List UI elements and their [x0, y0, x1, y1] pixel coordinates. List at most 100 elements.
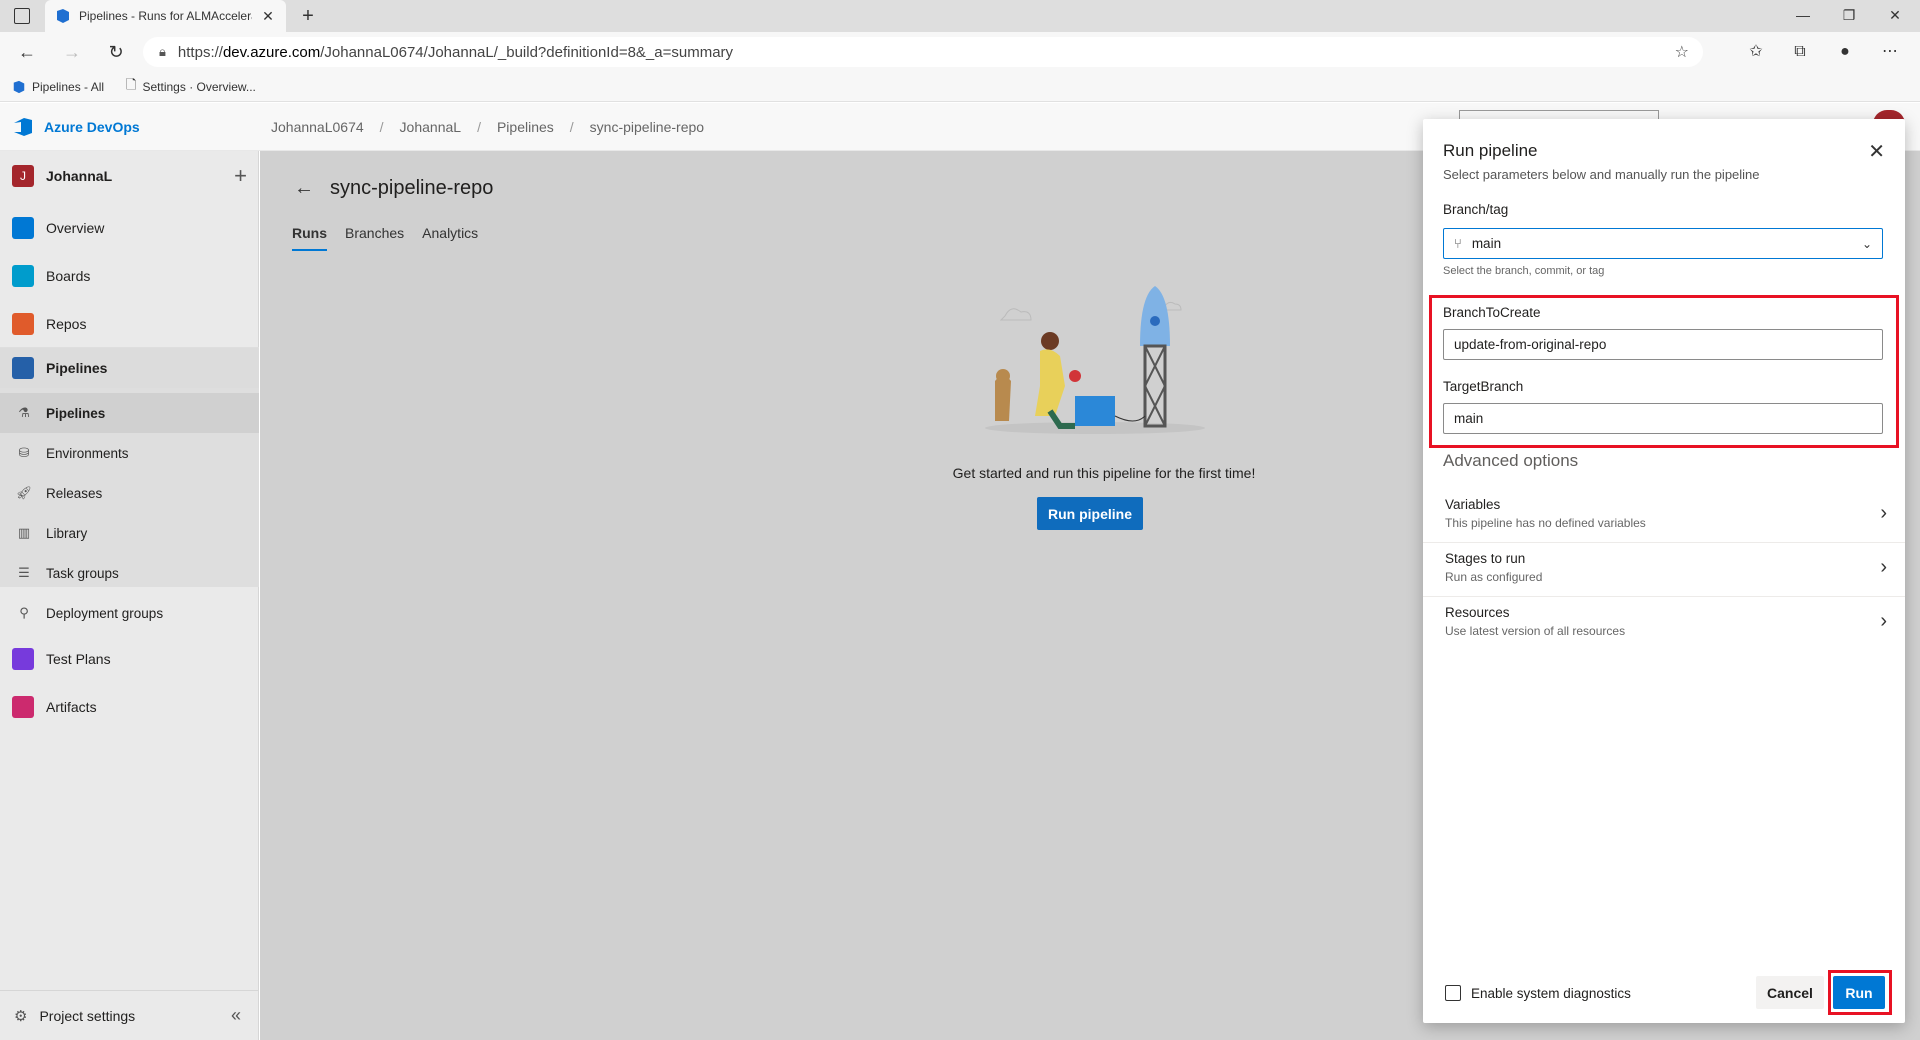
tab-actions-icon[interactable] [14, 8, 30, 24]
add-icon[interactable]: + [234, 163, 247, 189]
sidebar-subitem-library[interactable]: ▥ Library [0, 513, 259, 553]
breadcrumb-org[interactable]: JohannaL0674 [271, 119, 364, 135]
azure-devops-logo-icon [14, 118, 32, 136]
favorite-pipelines[interactable]: Pipelines - All [12, 80, 104, 94]
empty-state-message: Get started and run this pipeline for th… [952, 465, 1256, 481]
tab-runs[interactable]: Runs [292, 225, 327, 251]
sidebar-subitem-deployment-groups[interactable]: ⚲ Deployment groups [0, 593, 259, 633]
add-favorite-icon[interactable]: ☆ [1675, 42, 1689, 62]
row-title: Variables [1445, 497, 1501, 512]
branch-hint: Select the branch, commit, or tag [1443, 265, 1605, 277]
url-field[interactable]: 🔒︎ https://dev.azure.com/JohannaL0674/Jo… [143, 37, 1703, 67]
sidebar-item-artifacts[interactable]: Artifacts [0, 687, 259, 727]
cancel-button[interactable]: Cancel [1756, 976, 1824, 1009]
page-tabs: Runs Branches Analytics [292, 225, 478, 251]
sidebar-item-repos[interactable]: Repos [0, 304, 259, 344]
branch-to-create-label: BranchToCreate [1443, 305, 1541, 320]
deployment-groups-icon: ⚲ [19, 605, 29, 620]
sidebar-item-label: Library [46, 525, 88, 541]
tab-title: Pipelines - Runs for ALMAccelerator [79, 9, 252, 23]
sidebar-item-overview[interactable]: Overview [0, 208, 259, 248]
close-tab-icon[interactable]: ✕ [260, 8, 276, 25]
lock-icon: 🔒︎ [159, 44, 166, 59]
environments-icon: ⛁ [18, 445, 30, 460]
close-icon[interactable]: ✕ [1868, 139, 1885, 164]
browser-tab[interactable]: Pipelines - Runs for ALMAccelerator ✕ [45, 0, 286, 32]
branch-to-create-field[interactable] [1443, 329, 1883, 360]
tab-branches[interactable]: Branches [345, 225, 404, 241]
pipelines-icon [12, 357, 34, 379]
diagnostics-option[interactable]: Enable system diagnostics [1445, 985, 1631, 1001]
restore-icon[interactable]: ❐ [1826, 0, 1872, 32]
branch-value: main [1471, 236, 1502, 251]
branch-label: Branch/tag [1443, 202, 1509, 217]
favorites-bar: Pipelines - All 🗋︎ Settings · Overview..… [0, 72, 1920, 102]
favorites-icon[interactable]: ✩ [1744, 40, 1768, 64]
brand[interactable]: Azure DevOps [12, 116, 140, 138]
branch-dropdown[interactable]: ⑂ main ⌄ [1443, 228, 1883, 259]
diagnostics-checkbox[interactable] [1445, 985, 1461, 1001]
sidebar-item-label: Task groups [46, 565, 119, 581]
breadcrumb-project[interactable]: JohannaL [400, 119, 462, 135]
refresh-icon[interactable]: ↻ [104, 40, 128, 64]
breadcrumb: JohannaL0674/ JohannaL / Pipelines / sync-… [271, 119, 705, 135]
test-plans-icon [12, 648, 34, 670]
azure-pipelines-icon [13, 80, 25, 93]
chevron-down-icon: ⌄ [1861, 236, 1872, 251]
close-window-icon[interactable]: ✕ [1872, 0, 1918, 32]
run-pipeline-button[interactable]: Run pipeline [1037, 497, 1143, 530]
sidebar-item-label: Pipelines [46, 405, 106, 421]
url-path: /JohannaL0674/JohannaL/_build?definition… [320, 43, 734, 61]
releases-icon: 🚀︎ [15, 485, 33, 500]
target-branch-label: TargetBranch [1443, 379, 1524, 394]
row-title: Stages to run [1445, 551, 1526, 566]
page-header: ← sync-pipeline-repo [294, 177, 493, 200]
sidebar-item-boards[interactable]: Boards [0, 256, 259, 296]
task-groups-icon: ☰ [18, 565, 30, 580]
back-icon[interactable]: ← [15, 40, 39, 64]
sidebar-subitem-environments[interactable]: ⛁ Environments [0, 433, 259, 473]
resources-row[interactable]: Resources Use latest version of all reso… [1423, 597, 1905, 651]
browser-tab-bar: Pipelines - Runs for ALMAccelerator ✕ + … [0, 0, 1920, 32]
sidebar-subitem-pipelines[interactable]: ⚗︎ Pipelines [0, 393, 259, 433]
sidebar-subitem-task-groups[interactable]: ☰ Task groups [0, 553, 259, 593]
project-selector[interactable]: J JohannaL + [12, 163, 247, 189]
address-bar-row: ← → ↻ 🔒︎ https://dev.azure.com/JohannaL0… [0, 32, 1920, 72]
sidebar-subitem-releases[interactable]: 🚀︎ Releases [0, 473, 259, 513]
breadcrumb-pipelines[interactable]: Pipelines [497, 119, 554, 135]
forward-icon[interactable]: → [60, 40, 84, 64]
row-subtitle: Run as configured [1445, 570, 1543, 584]
variables-row[interactable]: Variables This pipeline has no defined v… [1423, 489, 1905, 543]
favorite-settings[interactable]: 🗋︎ Settings · Overview... [126, 76, 256, 98]
sidebar-item-pipelines[interactable]: Pipelines [0, 348, 259, 388]
diagnostics-label: Enable system diagnostics [1471, 985, 1631, 1001]
run-button[interactable]: Run [1833, 976, 1885, 1009]
boards-icon [12, 265, 34, 287]
project-settings[interactable]: ⚙︎ Project settings « [0, 990, 259, 1040]
branch-icon: ⑂ [1454, 236, 1462, 251]
collapse-sidebar-icon[interactable]: « [231, 1005, 241, 1026]
profile-icon[interactable]: ● [1833, 40, 1857, 64]
sidebar-item-label: Boards [46, 268, 91, 284]
panel-title: Run pipeline [1443, 141, 1538, 160]
new-tab-icon[interactable]: + [296, 4, 320, 28]
empty-state-illustration [985, 286, 1205, 434]
sidebar-item-test-plans[interactable]: Test Plans [0, 639, 259, 679]
collections-icon[interactable]: ⧉ [1788, 40, 1812, 64]
sidebar-item-label: Releases [46, 485, 103, 501]
pipelines-sub-icon: ⚗︎ [18, 405, 30, 420]
sidebar-item-label: Test Plans [46, 651, 111, 667]
favorite-label: Pipelines - All [32, 79, 105, 94]
row-subtitle: Use latest version of all resources [1445, 624, 1626, 638]
page-title: sync-pipeline-repo [330, 177, 494, 199]
sidebar-item-label: Deployment groups [46, 605, 164, 621]
back-arrow-icon[interactable]: ← [294, 177, 314, 200]
sidebar-item-label: Artifacts [46, 699, 97, 715]
tab-analytics[interactable]: Analytics [422, 225, 478, 241]
stages-row[interactable]: Stages to run Run as configured › [1423, 543, 1905, 597]
breadcrumb-pipeline[interactable]: sync-pipeline-repo [590, 119, 704, 135]
more-icon[interactable]: ⋯ [1878, 40, 1902, 64]
minimize-icon[interactable]: — [1780, 0, 1826, 32]
target-branch-field[interactable] [1443, 403, 1883, 434]
project-settings-label: Project settings [39, 1007, 136, 1024]
